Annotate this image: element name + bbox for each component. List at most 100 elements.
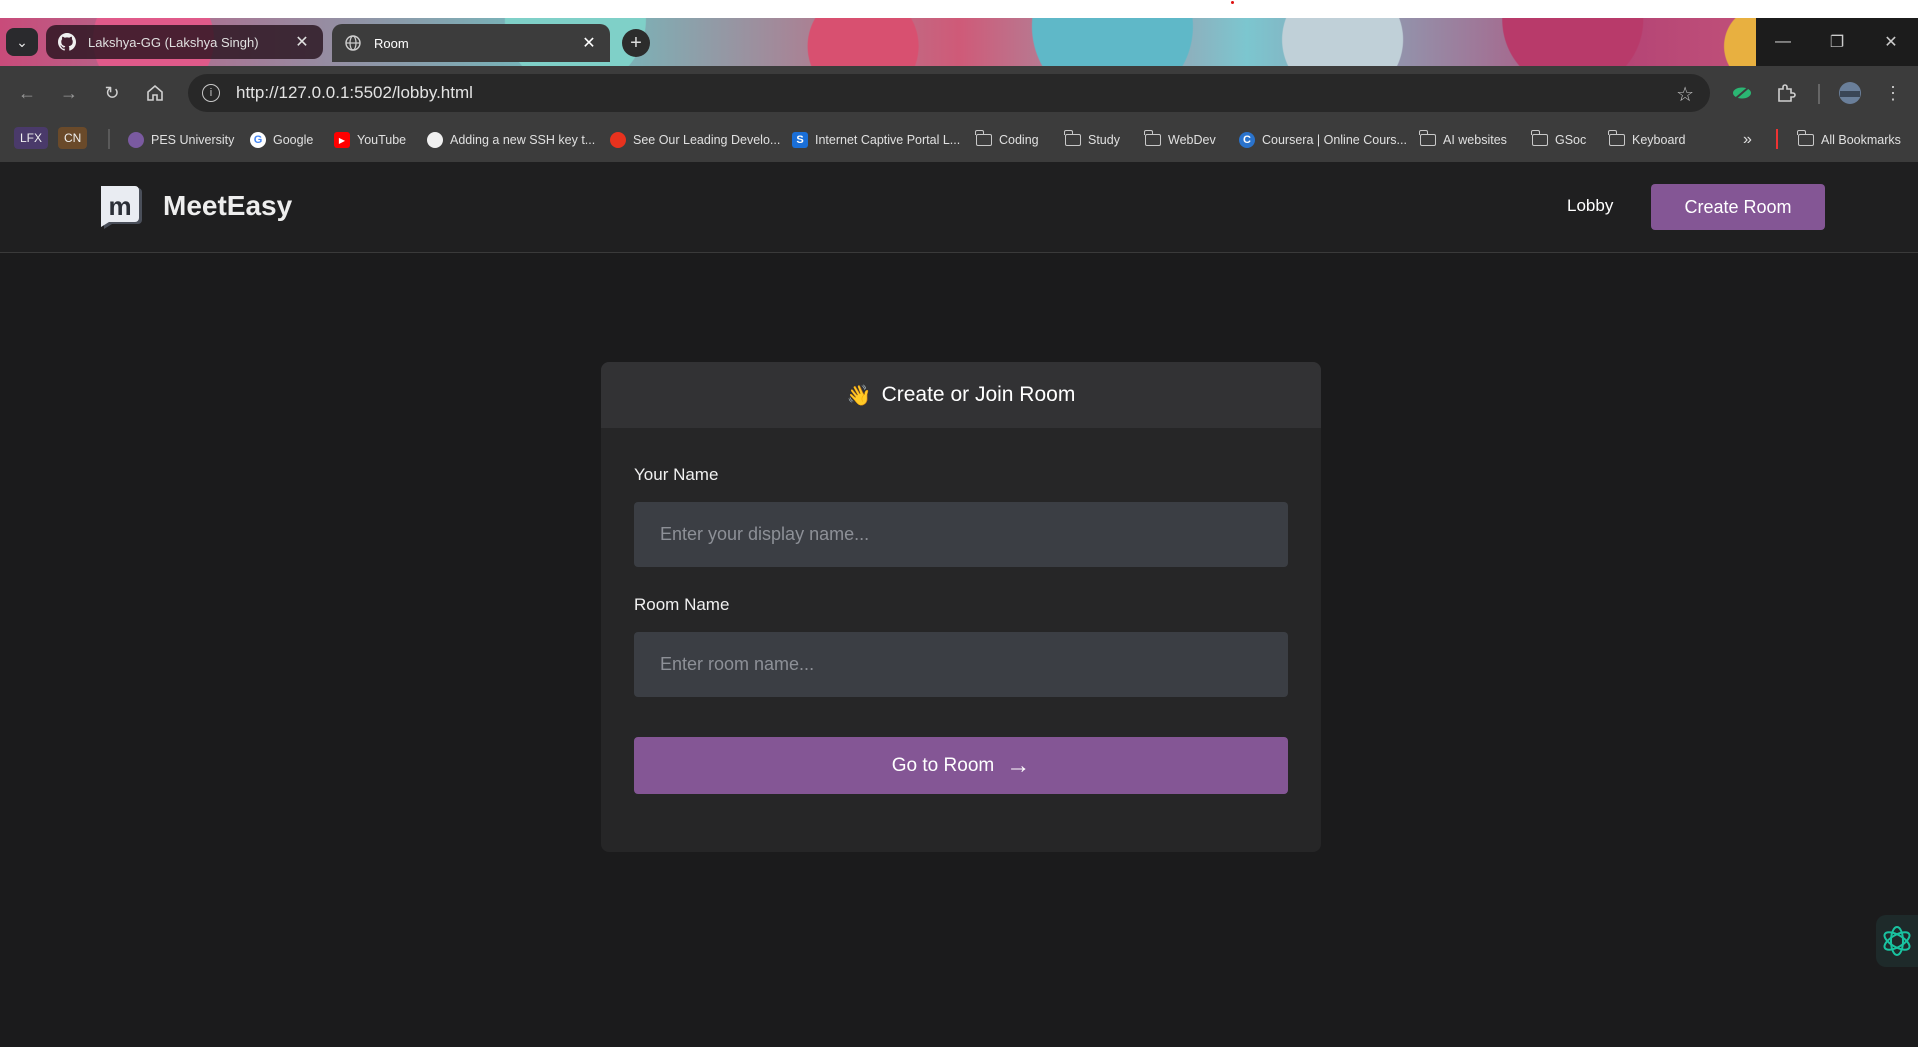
room-field[interactable] (634, 632, 1288, 697)
bookmark-folder-coding[interactable]: Coding (975, 128, 1039, 152)
room-name-input[interactable] (658, 653, 1288, 676)
bookmark-label: AI websites (1443, 133, 1507, 147)
brand-name[interactable]: MeetEasy (163, 190, 292, 222)
restore-icon: ❐ (1829, 34, 1845, 51)
kebab-menu-icon: ⋮ (1884, 82, 1902, 103)
site-info-icon[interactable]: i (202, 84, 220, 102)
close-tab-icon[interactable]: ✕ (293, 32, 311, 52)
forward-button[interactable]: → (56, 80, 82, 106)
bookmarks-overflow-button[interactable]: » (1743, 128, 1752, 152)
bookmark-google[interactable]: G Google (250, 128, 313, 152)
bookmark-label: Coursera | Online Cours... (1262, 133, 1407, 147)
nav-lobby-link[interactable]: Lobby (1567, 196, 1613, 216)
bookmark-leading-developer[interactable]: See Our Leading Develo... (610, 128, 780, 152)
new-tab-button[interactable]: + (622, 29, 650, 57)
bookmark-folder-webdev[interactable]: WebDev (1144, 128, 1216, 152)
bookmark-star-icon[interactable]: ☆ (1676, 82, 1694, 107)
ai-assistant-button[interactable] (1876, 915, 1918, 967)
bookmark-folder-keyboard[interactable]: Keyboard (1608, 128, 1686, 152)
bookmark-folder-ai-websites[interactable]: AI websites (1419, 128, 1507, 152)
card-header: 👋 Create or Join Room (601, 362, 1321, 428)
close-tab-icon[interactable]: ✕ (580, 33, 598, 53)
create-room-button[interactable]: Create Room (1651, 184, 1825, 230)
home-icon (147, 84, 163, 101)
notification-dot (1231, 1, 1234, 4)
folder-icon (1608, 130, 1625, 148)
bookmark-label: GSoc (1555, 133, 1587, 147)
back-button[interactable]: ← (14, 80, 40, 106)
bookmark-label: Coding (999, 133, 1039, 147)
create-join-room-card: 👋 Create or Join Room Your Name Room Nam… (601, 362, 1321, 852)
your-name-label: Your Name (634, 465, 719, 484)
chevron-down-icon: ⌄ (16, 33, 28, 50)
bookmark-label: Google (273, 133, 314, 147)
arrow-left-icon: ← (18, 82, 36, 103)
arrow-right-icon: → (60, 82, 78, 103)
name-field[interactable] (634, 502, 1288, 567)
extensions-button[interactable] (1773, 80, 1799, 106)
close-window-button[interactable]: ✕ (1864, 18, 1918, 66)
home-button[interactable] (142, 80, 168, 106)
github-icon (427, 132, 443, 148)
openai-knot-icon (1883, 926, 1911, 956)
bookmark-chip-lfx[interactable]: LFX (14, 127, 49, 149)
tab-search-dropdown-button[interactable]: ⌄ (6, 28, 38, 56)
bookmark-label: PES University (151, 133, 235, 147)
tab-room[interactable]: Room ✕ (332, 24, 610, 62)
bookmark-label: YouTube (357, 133, 407, 147)
close-icon: ✕ (1884, 34, 1898, 51)
puzzle-icon (1778, 84, 1796, 102)
folder-icon (1797, 130, 1814, 148)
page-content: m MeetEasy Lobby Create Room 👋 Create or… (0, 162, 1918, 1047)
pes-icon (128, 132, 144, 148)
minimize-window-button[interactable]: — (1756, 18, 1810, 66)
tab-github[interactable]: Lakshya-GG (Lakshya Singh) ✕ (46, 25, 323, 59)
profile-avatar[interactable] (1837, 80, 1863, 106)
browser-menu-button[interactable]: ⋮ (1880, 80, 1906, 106)
waving-hand-icon: 👋 (846, 384, 872, 407)
folder-icon (1064, 130, 1081, 148)
address-bar[interactable]: i http://127.0.0.1:5502/lobby.html ☆ (188, 74, 1710, 112)
bookmark-chip-cn[interactable]: CN (58, 127, 88, 149)
bookmark-youtube[interactable]: ▶ YouTube (334, 128, 406, 152)
bookmark-ssh-key[interactable]: Adding a new SSH key t... (427, 128, 595, 152)
folder-icon (1419, 130, 1436, 148)
youtube-icon: ▶ (334, 132, 350, 148)
go-to-room-button[interactable]: Go to Room → (634, 737, 1288, 794)
tab-title: Lakshya-GG (Lakshya Singh) (88, 34, 259, 50)
go-to-room-label: Go to Room (891, 754, 995, 776)
room-name-label: Room Name (634, 595, 730, 614)
card-title: Create or Join Room (881, 383, 1076, 406)
bookmark-captive-portal[interactable]: S Internet Captive Portal L... (792, 128, 960, 152)
bookmark-label: Keyboard (1632, 133, 1686, 147)
bookmark-coursera[interactable]: C Coursera | Online Cours... (1239, 128, 1407, 152)
red-circle-icon (610, 132, 626, 148)
bookmark-label: WebDev (1168, 133, 1216, 147)
display-name-input[interactable] (658, 523, 1288, 546)
bookmark-pes-university[interactable]: PES University (128, 128, 234, 152)
all-bookmarks-button[interactable]: All Bookmarks (1797, 128, 1901, 152)
extension-eye-button[interactable] (1729, 80, 1755, 106)
bookmark-folder-study[interactable]: Study (1064, 128, 1120, 152)
folder-icon (975, 130, 992, 148)
reload-icon: ↻ (104, 82, 120, 103)
google-icon: G (250, 132, 266, 148)
reload-button[interactable]: ↻ (99, 80, 125, 106)
svg-text:m: m (108, 191, 131, 221)
bookmark-label: Adding a new SSH key t... (450, 133, 596, 147)
bookmark-label: Internet Captive Portal L... (815, 133, 961, 147)
sophos-icon: S (792, 132, 808, 148)
title-bar-top (0, 0, 1918, 18)
arrow-right-icon: → (1006, 751, 1031, 779)
bookmark-label: Study (1088, 133, 1120, 147)
eye-slash-icon (1733, 86, 1751, 100)
tab-title: Room (374, 35, 409, 51)
meeteasy-logo-icon[interactable]: m (98, 184, 144, 230)
toolbar-divider (1818, 84, 1820, 104)
bookmark-folder-gsoc[interactable]: GSoc (1531, 128, 1587, 152)
url-text[interactable]: http://127.0.0.1:5502/lobby.html (236, 83, 473, 103)
github-icon (58, 33, 76, 51)
folder-icon (1144, 130, 1161, 148)
coursera-icon: C (1239, 132, 1255, 148)
restore-window-button[interactable]: ❐ (1810, 18, 1864, 66)
